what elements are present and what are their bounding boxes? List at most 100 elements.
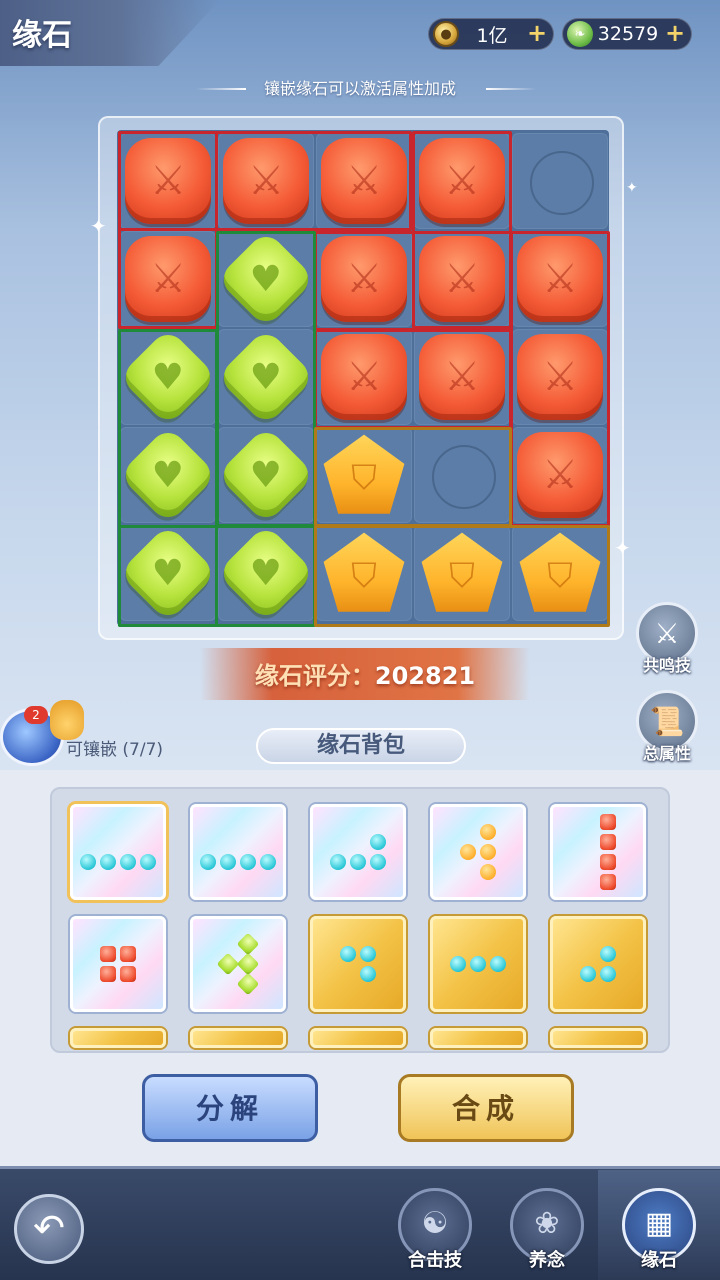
red-stone-piece bbox=[600, 874, 616, 890]
board-cell[interactable]: ⛉ bbox=[316, 525, 412, 621]
green-stone: ♥ bbox=[216, 425, 316, 525]
bag-item-slot[interactable] bbox=[70, 804, 166, 900]
stone-grid-icon: ▦ bbox=[644, 1206, 674, 1241]
red-stone: ⚔ bbox=[223, 138, 309, 224]
board-cell[interactable]: ⚔ bbox=[512, 427, 608, 523]
board-cell[interactable]: ♥ bbox=[216, 523, 316, 623]
cyan-stone-piece bbox=[330, 854, 346, 870]
sword-icon: ⚔ bbox=[542, 256, 578, 302]
red-stone: ⚔ bbox=[125, 236, 211, 322]
red-stone: ⚔ bbox=[419, 334, 505, 420]
lotus-icon: ❀ bbox=[534, 1206, 560, 1241]
board-cell[interactable]: ⛉ bbox=[414, 525, 510, 621]
bag-item-slot[interactable] bbox=[310, 804, 406, 900]
bag-item-slot[interactable] bbox=[550, 804, 646, 900]
score-label: 缘石评分： bbox=[254, 662, 375, 690]
board-cell[interactable]: ⚔ bbox=[120, 133, 216, 229]
heart-icon: ♥ bbox=[151, 552, 185, 594]
add-coin-icon[interactable]: + bbox=[525, 21, 549, 46]
green-stone-piece bbox=[236, 952, 260, 976]
heart-icon: ♥ bbox=[249, 356, 283, 398]
bag-item-slot-partial[interactable] bbox=[430, 1028, 526, 1048]
stone-score: 缘石评分：202821 bbox=[200, 656, 530, 691]
board-cell[interactable]: ⚔ bbox=[316, 231, 412, 327]
board-cell[interactable]: ⚔ bbox=[316, 329, 412, 425]
bag-item-slot[interactable] bbox=[430, 916, 526, 1012]
red-stone: ⚔ bbox=[517, 236, 603, 322]
total-attributes-label: 总属性 bbox=[642, 744, 691, 763]
red-stone-piece bbox=[120, 966, 136, 982]
cyan-stone-piece bbox=[100, 854, 116, 870]
board-cell[interactable] bbox=[512, 133, 608, 229]
stone-bag-tab[interactable]: 缘石背包 bbox=[256, 728, 466, 764]
jade-leaf-icon: ❧ bbox=[567, 21, 593, 47]
snail-pet-head bbox=[50, 700, 84, 740]
board-cell[interactable]: ⚔ bbox=[414, 133, 510, 229]
bag-item-slot-partial[interactable] bbox=[70, 1028, 166, 1048]
coin-value: 1亿 bbox=[476, 24, 508, 47]
shield-icon: ⛉ bbox=[351, 458, 377, 498]
board-cell[interactable]: ⚔ bbox=[218, 133, 314, 229]
red-stone: ⚔ bbox=[419, 138, 505, 224]
hint-divider-right bbox=[486, 88, 536, 90]
bag-item-slot-partial[interactable] bbox=[550, 1028, 646, 1048]
board-cell[interactable] bbox=[414, 427, 510, 523]
bag-item-slot[interactable] bbox=[430, 804, 526, 900]
board-cell[interactable]: ⚔ bbox=[414, 231, 510, 327]
board-cell[interactable]: ⚔ bbox=[512, 329, 608, 425]
orange-stone: ⛉ bbox=[519, 532, 601, 612]
cyan-stone-piece bbox=[600, 946, 616, 962]
board-cell[interactable]: ⚔ bbox=[316, 133, 412, 229]
board-cell[interactable]: ♥ bbox=[216, 229, 316, 329]
cyan-stone-piece bbox=[370, 834, 386, 850]
board-cell[interactable]: ⛉ bbox=[512, 525, 608, 621]
jade-value: 32579 bbox=[597, 23, 659, 45]
add-jade-icon[interactable]: + bbox=[663, 21, 687, 46]
board-cell[interactable]: ♥ bbox=[216, 425, 316, 525]
bag-item-slot-partial[interactable] bbox=[190, 1028, 286, 1048]
cyan-stone-piece bbox=[470, 956, 486, 972]
sparkle-icon: ✦ bbox=[614, 536, 631, 560]
sword-icon: ⚔ bbox=[346, 354, 382, 400]
bag-item-slot[interactable] bbox=[190, 804, 286, 900]
nav-stone-label: 缘石 bbox=[641, 1250, 677, 1271]
board-cell[interactable]: ⚔ bbox=[512, 231, 608, 327]
currency-coin[interactable]: ● 1亿 + bbox=[428, 18, 554, 50]
board-cell[interactable]: ⚔ bbox=[120, 231, 216, 327]
sparkle-icon: ✦ bbox=[626, 180, 638, 196]
back-button[interactable]: ↶ bbox=[14, 1194, 84, 1264]
decompose-button[interactable]: 分解 bbox=[142, 1074, 318, 1142]
bag-item-slot[interactable] bbox=[70, 916, 166, 1012]
cyan-stone-piece bbox=[450, 956, 466, 972]
shield-icon: ⛉ bbox=[449, 556, 475, 596]
synthesize-button[interactable]: 合成 bbox=[398, 1074, 574, 1142]
green-stone: ♥ bbox=[118, 425, 218, 525]
heart-icon: ♥ bbox=[151, 454, 185, 496]
board-cell[interactable]: ♥ bbox=[118, 425, 218, 525]
cyan-stone-piece bbox=[360, 946, 376, 962]
currency-jade[interactable]: ❧ 32579 + bbox=[562, 18, 692, 50]
cyan-stone-piece bbox=[80, 854, 96, 870]
back-arrow-icon: ↶ bbox=[33, 1206, 65, 1250]
bag-item-slot[interactable] bbox=[190, 916, 286, 1012]
board-cell[interactable]: ♥ bbox=[118, 523, 218, 623]
board-cell[interactable]: ♥ bbox=[216, 327, 316, 427]
total-attributes-scroll-icon: 📜 bbox=[649, 704, 685, 738]
sparkle-icon: ✦ bbox=[90, 214, 107, 238]
board-cell[interactable]: ⚔ bbox=[414, 329, 510, 425]
board-cell[interactable]: ⛉ bbox=[316, 427, 412, 523]
cyan-stone-piece bbox=[240, 854, 256, 870]
board-cell[interactable]: ♥ bbox=[118, 327, 218, 427]
cyan-stone-piece bbox=[580, 966, 596, 982]
red-stone: ⚔ bbox=[321, 236, 407, 322]
green-stone: ♥ bbox=[216, 229, 316, 329]
resonance-skill-label: 共鸣技 bbox=[642, 656, 691, 675]
sword-icon: ⚔ bbox=[346, 158, 382, 204]
cyan-stone-piece bbox=[260, 854, 276, 870]
bag-item-slot[interactable] bbox=[310, 916, 406, 1012]
heart-icon: ♥ bbox=[151, 356, 185, 398]
bag-item-slot-partial[interactable] bbox=[310, 1028, 406, 1048]
sword-icon: ⚔ bbox=[542, 354, 578, 400]
bag-item-slot[interactable] bbox=[550, 916, 646, 1012]
red-stone-piece bbox=[100, 966, 116, 982]
